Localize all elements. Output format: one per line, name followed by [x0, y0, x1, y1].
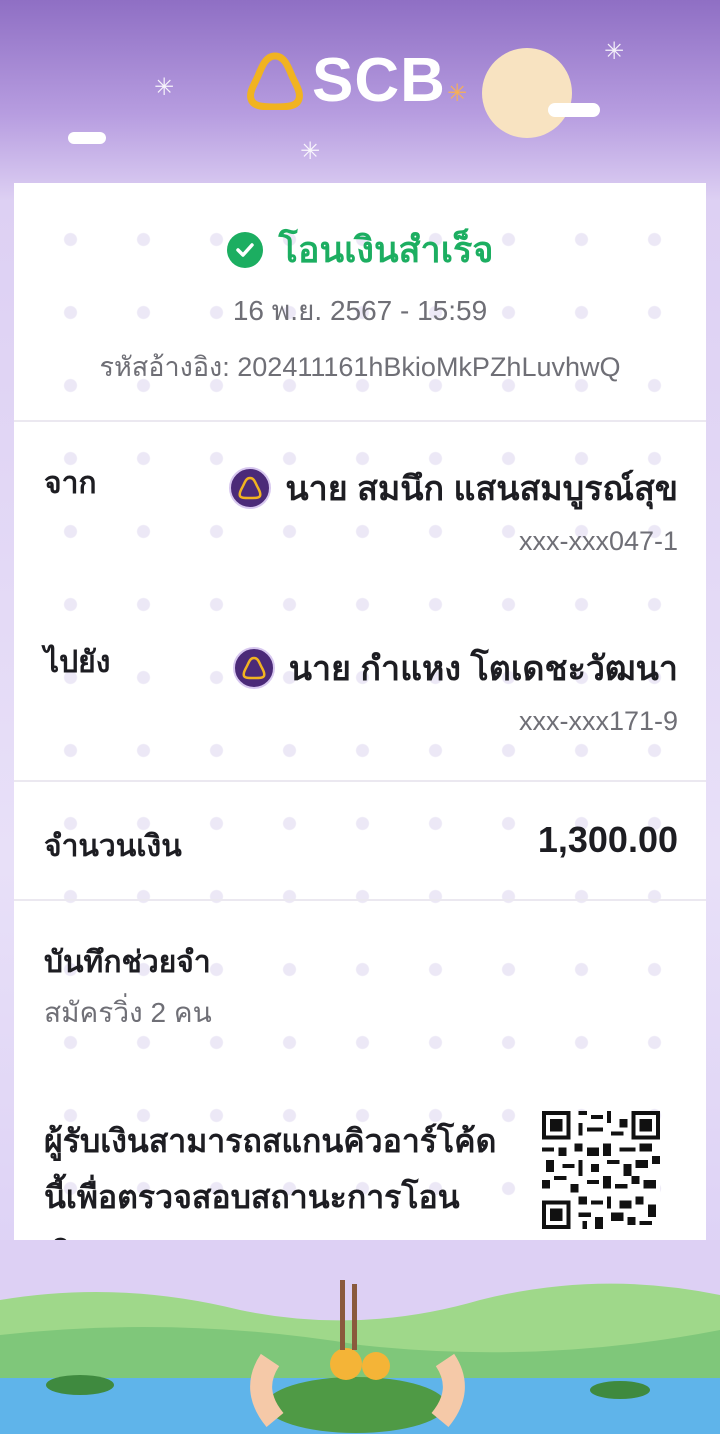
from-party: นาย สมนึก แสนสมบูรณ์สุข: [229, 461, 678, 515]
scb-logo-icon: [247, 52, 303, 110]
reference-label: รหัสอ้างอิง:: [99, 352, 230, 382]
to-label: ไปยัง: [44, 646, 111, 679]
amount-label: จำนวนเงิน: [44, 830, 182, 863]
check-circle-icon: [226, 231, 263, 268]
scb-bank-icon: [232, 647, 275, 689]
divider: [14, 780, 706, 782]
sparkle-icon: ✳: [447, 80, 468, 107]
transaction-datetime: 16 พ.ย. 2567 - 15:59: [232, 295, 488, 326]
brand-name: SCB: [312, 46, 446, 115]
amount-value: 1,300.00: [537, 819, 678, 860]
reference-number: 202411161hBkioMkPZhLuvhwQ: [237, 352, 621, 382]
status-banner: โอนเงินสำเร็จ: [14, 221, 706, 278]
to-account: xxx-xxx171-9: [518, 706, 678, 736]
memo-label: บันทึกช่วยจำ: [44, 946, 211, 979]
status-text: โอนเงินสำเร็จ: [278, 229, 494, 270]
festival-illustration: [0, 1240, 720, 1434]
sparkle-icon: ✳: [300, 138, 321, 165]
receipt-card: โอนเงินสำเร็จ 16 พ.ย. 2567 - 15:59 รหัสอ…: [14, 183, 706, 1243]
scb-logo: SCB: [246, 50, 446, 112]
cloud-decoration: [68, 132, 106, 144]
qr-code: [542, 1111, 660, 1229]
qr-instruction: ผู้รับเงินสามารถสแกนคิวอาร์โค้ดนี้เพื่อต…: [44, 1123, 497, 1243]
from-name: นาย สมนึก แสนสมบูรณ์สุข: [285, 470, 678, 508]
cloud-decoration: [548, 103, 600, 117]
from-label: จาก: [44, 467, 97, 500]
to-party: นาย กำแหง โตเดชะวัฒนา: [232, 641, 678, 695]
header-banner: ✳ ✳ ✳ ✳ SCB: [0, 0, 720, 185]
memo-value: สมัครวิ่ง 2 คน: [44, 997, 212, 1028]
scb-bank-icon: [229, 467, 272, 509]
reference-line: รหัสอ้างอิง: 202411161hBkioMkPZhLuvhwQ: [14, 345, 706, 388]
sparkle-icon: ✳: [604, 38, 625, 65]
divider: [14, 899, 706, 901]
moon-decoration: [482, 48, 572, 138]
to-name: นาย กำแหง โตเดชะวัฒนา: [288, 650, 678, 688]
sparkle-icon: ✳: [154, 74, 175, 101]
from-account: xxx-xxx047-1: [518, 526, 678, 556]
divider: [14, 420, 706, 422]
